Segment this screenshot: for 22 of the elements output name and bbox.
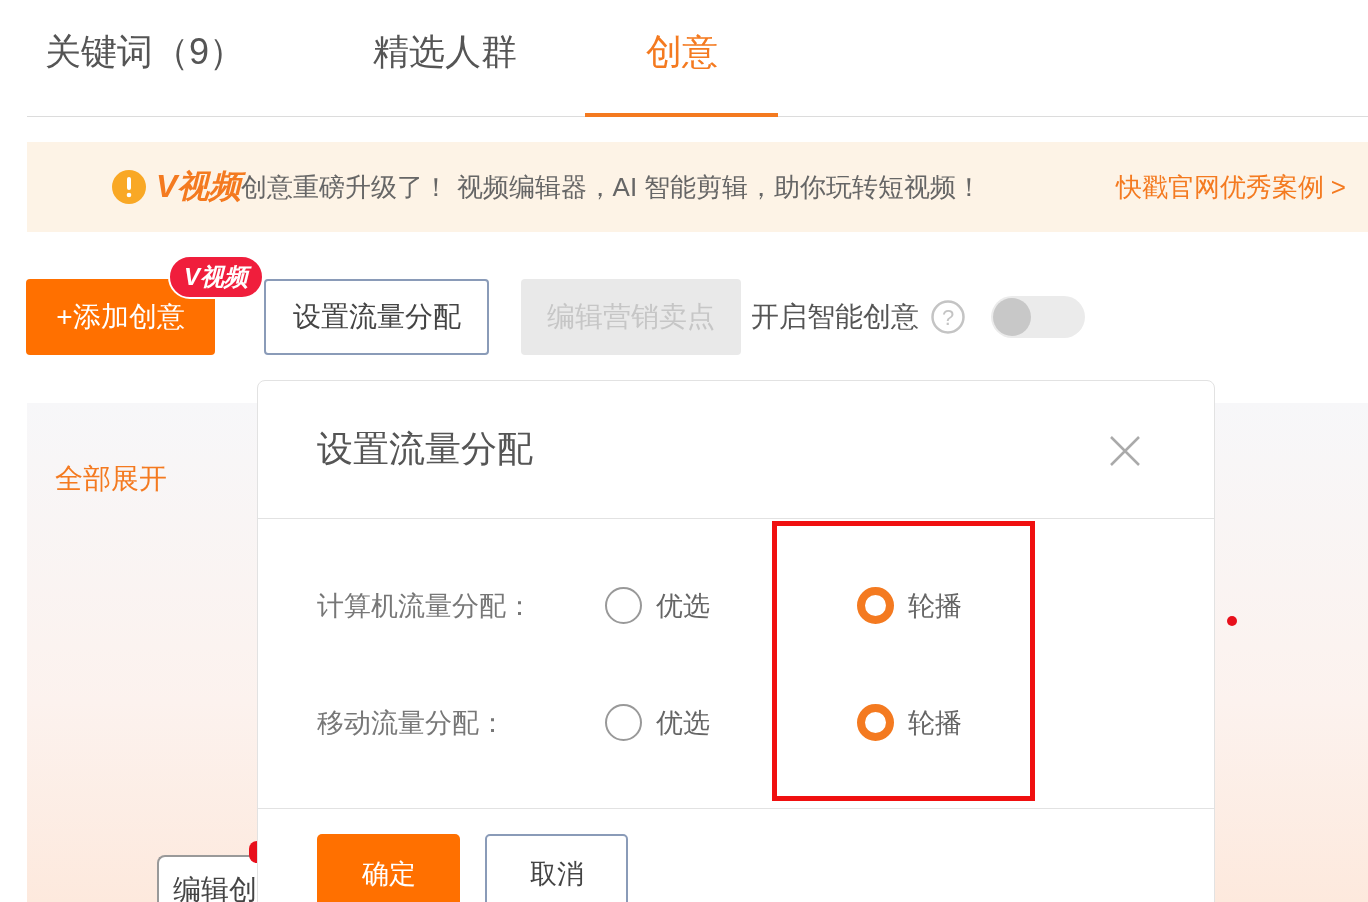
radio-button[interactable] (857, 587, 894, 624)
radio-button[interactable] (605, 587, 642, 624)
edit-creative-button[interactable]: 编辑创 (157, 855, 259, 902)
radio-option[interactable]: 优选 (605, 704, 857, 741)
cancel-button[interactable]: 取消 (485, 834, 628, 902)
warning-icon (112, 170, 146, 204)
field-label: 计算机流量分配： (317, 589, 534, 623)
tab[interactable]: 精选人群 (330, 0, 585, 117)
toggle-switch[interactable] (991, 296, 1085, 338)
radio-option[interactable]: 优选 (605, 587, 857, 624)
radio-option[interactable]: 轮播 (857, 587, 1109, 624)
radio-button[interactable] (857, 704, 894, 741)
field-label: 移动流量分配： (317, 706, 507, 740)
video-badge: V视频 (168, 255, 264, 299)
smart-creative-label: 开启智能创意 (751, 300, 919, 334)
radio-button[interactable] (605, 704, 642, 741)
status-dot (1227, 616, 1237, 626)
traffic-allocation-button[interactable]: 设置流量分配 (264, 279, 489, 355)
tab[interactable]: 关键词（9） (27, 0, 330, 117)
radio-option[interactable]: 轮播 (857, 704, 1109, 741)
close-icon[interactable] (1110, 436, 1140, 466)
dialog-title: 设置流量分配 (317, 427, 533, 471)
